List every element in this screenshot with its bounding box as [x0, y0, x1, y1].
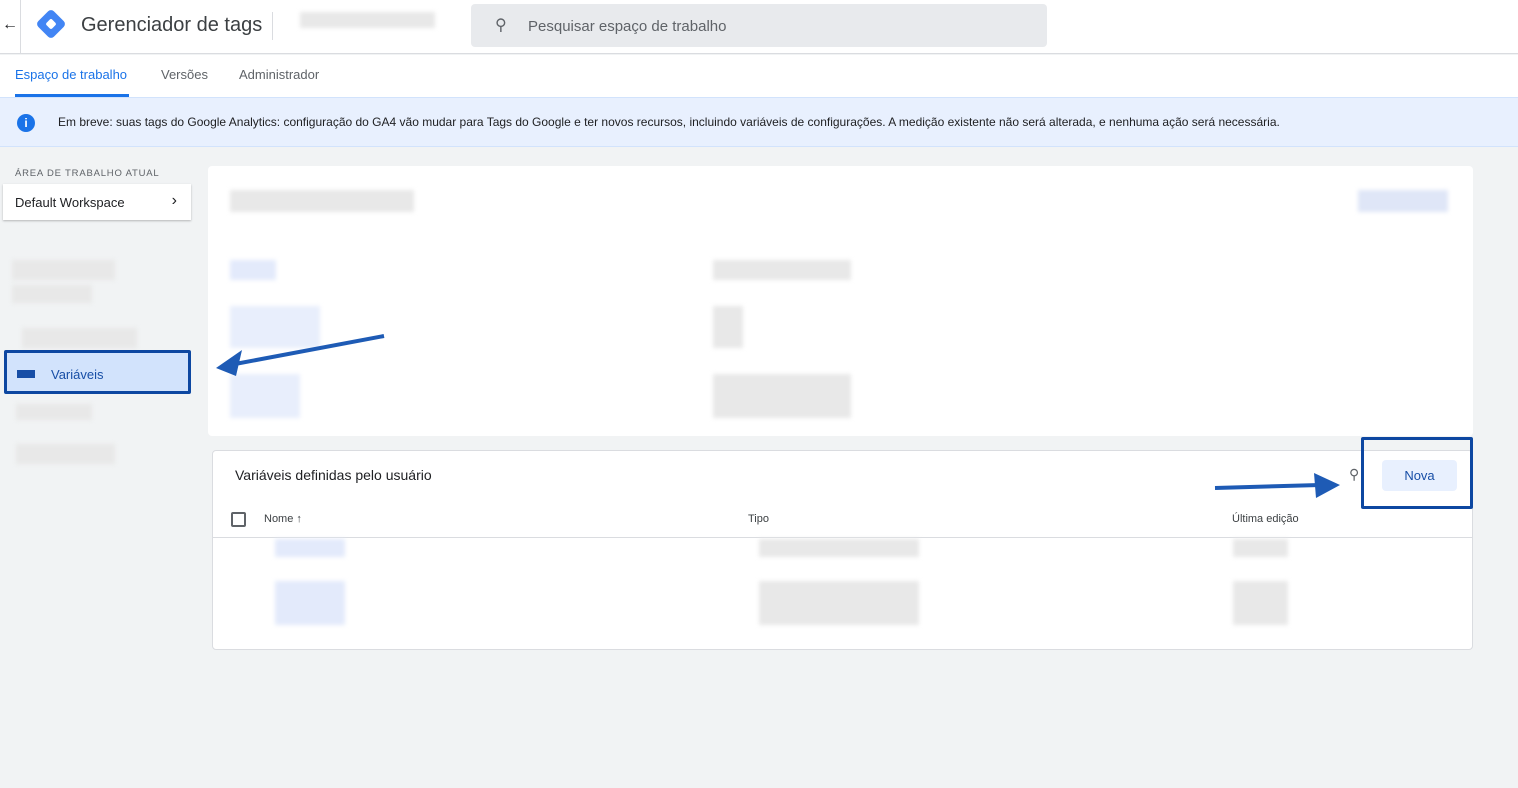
- annotation-arrow-icon: [1214, 473, 1340, 498]
- annotation-arrows: [216, 334, 1340, 498]
- annotation-arrow-icon: [216, 334, 385, 376]
